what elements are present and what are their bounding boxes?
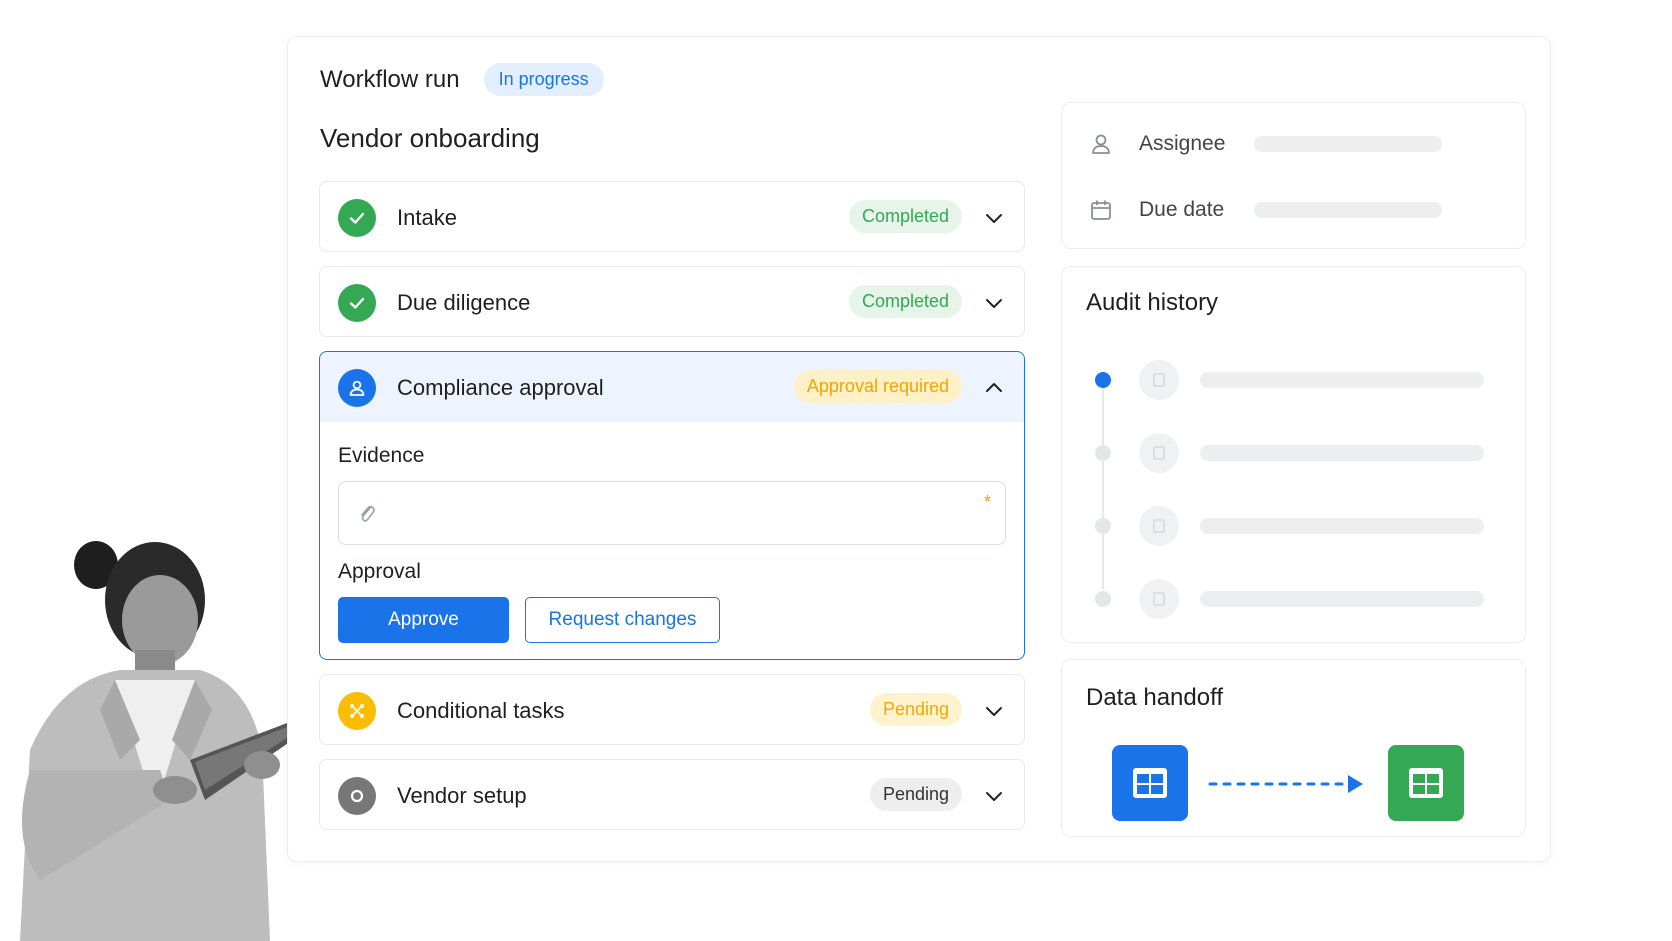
workflow-run-card: Workflow run In progress Vendor onboardi… [287, 36, 1551, 862]
step-label: Intake [397, 205, 457, 230]
check-circle-icon [338, 199, 376, 237]
step-label: Due diligence [397, 290, 531, 315]
step-label: Conditional tasks [397, 698, 565, 723]
required-marker: * [983, 492, 991, 512]
source-table-icon[interactable] [1112, 745, 1188, 821]
assignee-placeholder [1254, 136, 1442, 152]
destination-sheet-icon[interactable] [1388, 745, 1464, 821]
step-label: Vendor setup [397, 783, 527, 808]
step-compliance-approval-header[interactable]: Compliance approval Approval required [320, 352, 1024, 422]
audit-history-card: Audit history [1061, 266, 1526, 643]
meta-card: Assignee Due date [1061, 102, 1526, 249]
circle-pending-icon [338, 777, 376, 815]
status-badge: Completed [848, 285, 962, 318]
workflow-header: Workflow run In progress [320, 63, 604, 96]
step-due-diligence-header[interactable]: Due diligence Completed [320, 267, 1024, 338]
assignee-row[interactable]: Assignee [1088, 131, 1225, 157]
paperclip-icon [361, 505, 375, 522]
data-handoff-card: Data handoff [1061, 659, 1526, 837]
status-badge: Pending [869, 693, 962, 726]
audit-entry-icon [1139, 506, 1179, 546]
status-badge: Approval required [793, 370, 962, 403]
approval-label: Approval [338, 560, 421, 583]
data-handoff-title: Data handoff [1086, 684, 1224, 711]
audit-entry-placeholder [1200, 591, 1484, 607]
audit-entry-icon [1139, 579, 1179, 619]
status-badge: Pending [869, 778, 962, 811]
step-due-diligence[interactable]: Due diligence Completed [319, 266, 1025, 337]
audit-entry-placeholder [1200, 445, 1484, 461]
step-intake[interactable]: Intake Completed [319, 181, 1025, 252]
section-title: Vendor onboarding [320, 123, 540, 153]
audit-entry-placeholder [1200, 372, 1484, 388]
step-conditional-tasks-header[interactable]: Conditional tasks Pending [320, 675, 1024, 746]
step-vendor-setup[interactable]: Vendor setup Pending [319, 759, 1025, 830]
timeline-dot [1095, 518, 1111, 534]
step-vendor-setup-header[interactable]: Vendor setup Pending [320, 760, 1024, 831]
chevron-down-icon[interactable] [982, 291, 1006, 315]
timeline-dot-active [1095, 372, 1111, 388]
evidence-label: Evidence [338, 444, 425, 467]
user-icon [338, 369, 376, 407]
due-date-placeholder [1254, 202, 1442, 218]
step-label: Compliance approval [397, 375, 604, 400]
status-badge: Completed [848, 200, 962, 233]
step-intake-header[interactable]: Intake Completed [320, 182, 1024, 253]
evidence-upload-field[interactable]: * [338, 481, 1006, 545]
audit-entry-icon [1139, 360, 1179, 400]
step-conditional-tasks[interactable]: Conditional tasks Pending [319, 674, 1025, 745]
transfer-arrow-icon [1208, 775, 1363, 793]
chevron-down-icon[interactable] [982, 784, 1006, 808]
chevron-down-icon[interactable] [982, 206, 1006, 230]
person-with-tablet-illustration [20, 541, 300, 941]
request-changes-button[interactable]: Request changes [525, 597, 720, 643]
due-date-label: Due date [1139, 198, 1225, 221]
workflow-title: Workflow run [320, 65, 460, 93]
check-circle-icon [338, 284, 376, 322]
audit-entry-placeholder [1200, 518, 1484, 534]
audit-entry-icon [1139, 433, 1179, 473]
in-progress-badge: In progress [483, 63, 604, 96]
due-date-row[interactable]: Due date [1088, 197, 1224, 223]
timeline-dot [1095, 445, 1111, 461]
approve-button[interactable]: Approve [338, 597, 509, 643]
chevron-up-icon[interactable] [982, 376, 1006, 400]
person-icon [1092, 134, 1110, 154]
assignee-label: Assignee [1139, 132, 1226, 155]
audit-history-title: Audit history [1086, 289, 1219, 316]
timeline-dot [1095, 591, 1111, 607]
calendar-icon [1091, 200, 1111, 220]
branch-icon [338, 692, 376, 730]
step-compliance-approval[interactable]: Compliance approval Approval required Ev… [319, 351, 1025, 660]
chevron-down-icon[interactable] [982, 699, 1006, 723]
timeline-line [1102, 379, 1104, 589]
